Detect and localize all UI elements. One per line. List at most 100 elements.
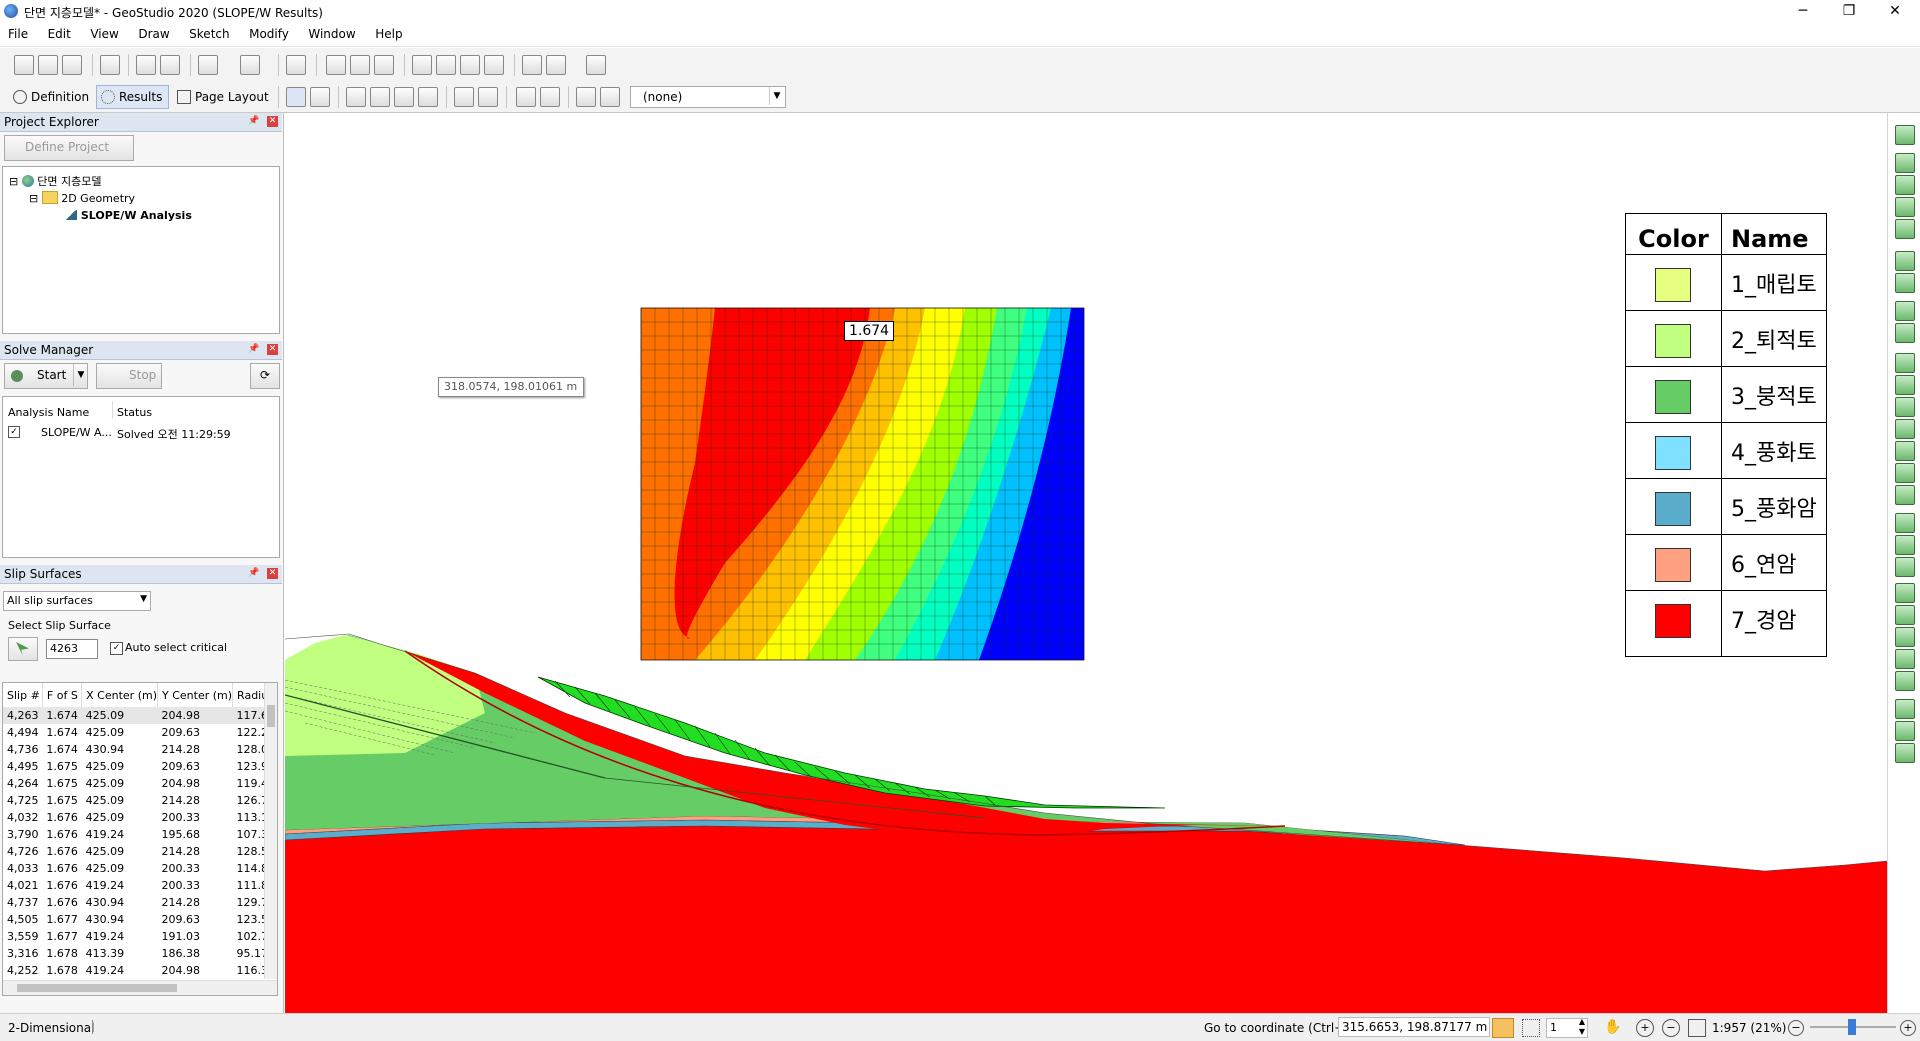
column-icon[interactable] xyxy=(418,87,438,107)
undo-icon[interactable] xyxy=(198,55,218,75)
menu-modify[interactable]: Modify xyxy=(241,24,297,41)
sketch-lines-icon[interactable] xyxy=(326,55,346,75)
slice-info-icon[interactable] xyxy=(370,87,390,107)
refresh-solve-button[interactable]: ⟳ xyxy=(250,363,280,389)
save-icon[interactable] xyxy=(62,55,82,75)
draw-ponded-water-icon[interactable] xyxy=(1895,627,1915,647)
draw-seismic-icon[interactable] xyxy=(1895,557,1915,577)
table-row[interactable]: 4,737 1.676 430.94 214.28 129.7 xyxy=(3,894,277,911)
table-row[interactable]: 4,494 1.674 425.09 209.63 122.2 xyxy=(3,724,277,741)
goto-coordinate-input[interactable]: 315.6653, 198.87177 m xyxy=(1338,1017,1490,1037)
page-layout-mode-button[interactable]: Page Layout xyxy=(172,85,276,109)
pan-hand-icon[interactable]: ✋ xyxy=(1604,1019,1621,1035)
col-x-center[interactable]: X Center (m) xyxy=(81,683,158,707)
stop-button[interactable]: Stop xyxy=(96,363,162,389)
graph-icon[interactable] xyxy=(522,55,542,75)
refresh-icon[interactable] xyxy=(286,55,306,75)
draw-geofabric-icon[interactable] xyxy=(1895,485,1915,505)
draw-coordinates-icon[interactable] xyxy=(1895,219,1915,239)
axes-icon[interactable] xyxy=(412,55,432,75)
points-icon[interactable] xyxy=(436,55,456,75)
view-icon[interactable] xyxy=(310,87,330,107)
menu-view[interactable]: View xyxy=(82,24,126,41)
menu-draw[interactable]: Draw xyxy=(130,24,177,41)
draw-materials-icon[interactable] xyxy=(1895,125,1915,145)
table-row[interactable]: 4,263 1.674 425.09 204.98 117.6 xyxy=(3,707,277,724)
sketch-circle-icon[interactable] xyxy=(350,55,370,75)
materials-legend[interactable]: Color Name 1_매립토 2_퇴적토 3_붕적토 4_풍화토 5_풍화암 6_연암… xyxy=(1625,213,1827,657)
table-row[interactable]: 3,559 1.677 419.24 191.03 102.7 xyxy=(3,928,277,945)
draw-water-icon[interactable] xyxy=(1895,513,1915,533)
open-folder-icon[interactable] xyxy=(38,55,58,75)
legend-icon[interactable] xyxy=(600,87,620,107)
close-window-button[interactable]: ✕ xyxy=(1872,0,1918,24)
draw-pressure-lines-icon[interactable] xyxy=(1895,353,1915,373)
restore-button[interactable]: ❐ xyxy=(1826,0,1872,24)
critical-slip-icon[interactable] xyxy=(478,87,498,107)
draw-piles-icon[interactable] xyxy=(1895,463,1915,483)
draw-reinforcement-icon[interactable] xyxy=(1895,397,1915,417)
pin-icon[interactable]: 📌 xyxy=(248,344,259,354)
sketch-arc-icon[interactable] xyxy=(374,55,394,75)
start-button[interactable]: Start ▼ xyxy=(4,363,88,389)
draw-slip-surface-icon[interactable] xyxy=(1895,301,1915,321)
table-row[interactable]: 4,725 1.675 425.09 214.28 126.7 xyxy=(3,792,277,809)
select-slip-button[interactable] xyxy=(8,637,38,661)
menu-sketch[interactable]: Sketch xyxy=(181,24,237,41)
table-icon[interactable] xyxy=(586,55,606,75)
draw-surface-load-icon[interactable] xyxy=(1895,583,1915,603)
zoom-minus-icon[interactable]: − xyxy=(1788,1020,1804,1036)
table-row[interactable]: 4,033 1.676 425.09 200.33 114.8 xyxy=(3,860,277,877)
menu-edit[interactable]: Edit xyxy=(40,24,79,41)
menu-window[interactable]: Window xyxy=(300,24,363,41)
draw-piezometric-icon[interactable] xyxy=(1895,375,1915,395)
tree-root[interactable]: ⊟ 단면 지층모델 xyxy=(9,173,101,189)
slip-filter-dropdown[interactable]: All slip surfaces ▼ xyxy=(3,591,151,611)
table-row[interactable]: 4,495 1.675 425.09 209.63 123.9 xyxy=(3,758,277,775)
draw-slip-search-icon[interactable] xyxy=(1895,671,1915,691)
grid-spacing-input[interactable]: 1 ▲ ▼ xyxy=(1546,1017,1588,1038)
results-mode-button[interactable]: Results xyxy=(96,85,170,109)
define-project-button[interactable]: Define Project xyxy=(4,135,134,161)
draw-lines-icon[interactable] xyxy=(1895,175,1915,195)
analysis-name[interactable]: SLOPE/W A... xyxy=(41,426,112,439)
draw-tools-icon[interactable] xyxy=(1895,699,1915,719)
safety-map-icon[interactable] xyxy=(394,87,414,107)
draw-entry-exit-icon[interactable] xyxy=(1895,323,1915,343)
paste-icon[interactable] xyxy=(160,55,180,75)
table-row[interactable]: 4,736 1.674 430.94 214.28 128.0 xyxy=(3,741,277,758)
table-row[interactable]: 4,021 1.676 419.24 200.33 111.8 xyxy=(3,877,277,894)
close-icon[interactable]: ✕ xyxy=(267,568,278,579)
draw-limits-icon[interactable] xyxy=(1895,649,1915,669)
table-row[interactable]: 3,790 1.676 419.24 195.68 107.3 xyxy=(3,826,277,843)
copy-icon[interactable] xyxy=(136,55,156,75)
graph-x-icon[interactable] xyxy=(516,87,536,107)
lines-icon[interactable] xyxy=(484,55,504,75)
table-row[interactable]: 4,252 1.678 419.24 204.98 116.3 xyxy=(3,962,277,979)
draw-point-load-icon[interactable] xyxy=(1895,605,1915,625)
print-icon[interactable] xyxy=(100,55,120,75)
menu-file[interactable]: File xyxy=(0,24,36,41)
analysis-checkbox[interactable]: ✓ xyxy=(8,426,20,438)
definition-mode-button[interactable]: Definition xyxy=(8,85,96,109)
zoom-slider-thumb[interactable] xyxy=(1848,1019,1856,1035)
regions-icon[interactable] xyxy=(460,55,480,75)
draw-points-icon[interactable] xyxy=(1895,197,1915,217)
close-icon[interactable]: ✕ xyxy=(267,116,278,127)
grid-icon[interactable] xyxy=(1522,1019,1540,1037)
draw-regions-icon[interactable] xyxy=(1895,153,1915,173)
minimize-button[interactable]: ─ xyxy=(1780,0,1826,24)
draw-mesh-icon[interactable] xyxy=(1895,273,1915,293)
tree-analysis[interactable]: SLOPE/W Analysis xyxy=(65,209,192,222)
new-file-icon[interactable] xyxy=(14,55,34,75)
contour-icon[interactable] xyxy=(346,87,366,107)
menu-help[interactable]: Help xyxy=(367,24,410,41)
col-y-center[interactable]: Y Center (m) xyxy=(157,683,234,707)
zoom-in-icon[interactable]: + xyxy=(1636,1019,1654,1037)
close-icon[interactable]: ✕ xyxy=(267,344,278,355)
graph-y-icon[interactable] xyxy=(540,87,560,107)
col-fos[interactable]: F of S xyxy=(42,683,83,707)
table-row[interactable]: 4,505 1.677 430.94 209.63 123.5 xyxy=(3,911,277,928)
draw-tension-crack-icon[interactable] xyxy=(1895,535,1915,555)
col-slip-number[interactable]: Slip # xyxy=(3,683,43,707)
